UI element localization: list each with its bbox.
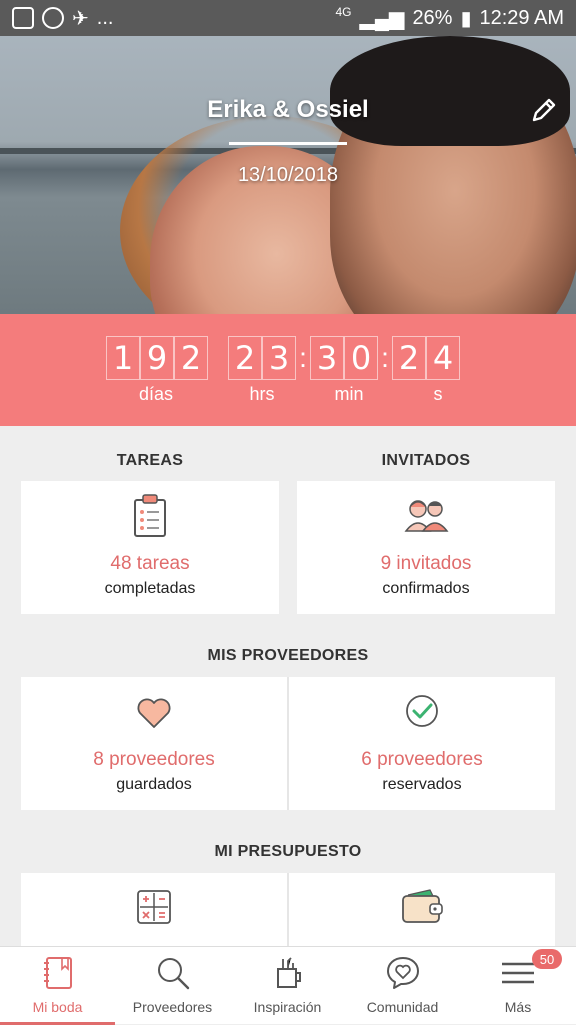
wallet-icon [402, 889, 443, 923]
airplane-icon: ✈ [72, 7, 89, 30]
pencil-edit-icon[interactable] [530, 96, 558, 124]
days-digit: 1 [106, 336, 140, 380]
seconds-unit-label: s [433, 384, 443, 404]
status-bar: ✈ ... 4G ▂▄▆ 26% ▮ 12:29 AM [0, 0, 576, 36]
invitados-sub: confirmados [382, 580, 470, 597]
nav-label: Inspiración [253, 999, 322, 1015]
nav-comunidad[interactable]: Comunidad [345, 947, 460, 1025]
bottom-navigation: Mi boda Proveedores Inspiración Comunida… [0, 946, 576, 1025]
nav-label: Mi boda [32, 999, 83, 1015]
days-digit: 2 [174, 336, 208, 380]
tareas-sub: completadas [104, 580, 196, 597]
hours-digit: 3 [262, 336, 296, 380]
community-heart-icon [386, 957, 419, 989]
notebook-icon [43, 957, 72, 989]
proveedores-title: MIS PROVEEDORES [207, 647, 369, 664]
minutes-digit: 0 [344, 336, 378, 380]
tareas-card[interactable]: 48 tareas completadas [21, 481, 279, 614]
countdown-digits: 1 9 2 2 3 : 3 0 : 2 4 [106, 336, 460, 380]
nav-proveedores[interactable]: Proveedores [115, 947, 230, 1025]
colon-separator: : [381, 342, 389, 373]
nav-label: Comunidad [366, 999, 439, 1015]
minutes-group: 3 0 [310, 336, 378, 380]
clipboard-checklist-icon [134, 494, 166, 537]
seconds-digit: 4 [426, 336, 460, 380]
menu-icon [502, 962, 534, 984]
seconds-group: 2 4 [392, 336, 460, 380]
more-notifications: ... [96, 6, 114, 29]
invitados-card[interactable]: 9 invitados confirmados [297, 481, 555, 614]
wedding-countdown: 1 9 2 2 3 : 3 0 : 2 4 días hrs min s [0, 314, 576, 426]
tareas-count: 48 tareas [110, 553, 190, 574]
booked-vendors-sub: reservados [382, 776, 462, 793]
hours-digit: 2 [228, 336, 262, 380]
budget-calculator-card[interactable] [21, 873, 287, 946]
booked-vendors-count: 6 proveedores [361, 749, 483, 770]
hours-unit-label: hrs [249, 384, 275, 404]
heart-icon [137, 698, 171, 728]
colon-separator: : [299, 342, 307, 373]
photo-hair-man [330, 36, 570, 146]
saved-vendors-count: 8 proveedores [93, 749, 215, 770]
saved-vendors-sub: guardados [116, 776, 192, 793]
battery-percent: 26% [412, 6, 453, 29]
invitados-title: INVITADOS [381, 452, 471, 469]
days-group: 1 9 2 [106, 336, 208, 380]
inspiration-icon [276, 957, 301, 988]
budget-wallet-card[interactable] [289, 873, 555, 946]
nav-label: Más [504, 999, 532, 1015]
hours-group: 2 3 [228, 336, 296, 380]
guests-couple-icon [404, 500, 449, 532]
clock: 12:29 AM [479, 6, 564, 29]
nav-inspiracion[interactable]: Inspiración [230, 947, 345, 1025]
seconds-digit: 2 [392, 336, 426, 380]
calculator-icon [137, 890, 171, 924]
search-icon [157, 958, 189, 990]
check-circle-icon [406, 695, 438, 727]
network-type: 4G [335, 5, 352, 19]
days-unit-label: días [138, 384, 174, 404]
title-underline [229, 142, 347, 145]
nav-label: Proveedores [132, 999, 213, 1015]
minutes-unit-label: min [334, 384, 364, 404]
wedding-date: 13/10/2018 [237, 164, 339, 186]
couple-names: Erika & Ossiel [207, 96, 369, 123]
days-digit: 9 [140, 336, 174, 380]
gallery-notification-icon [12, 7, 34, 29]
nav-mi-boda[interactable]: Mi boda [0, 947, 115, 1025]
battery-icon: ▮ [460, 7, 472, 30]
booked-vendors-card[interactable]: 6 proveedores reservados [289, 677, 555, 810]
notification-badge: 50 [532, 949, 562, 969]
saved-vendors-card[interactable]: 8 proveedores guardados [21, 677, 287, 810]
presupuesto-title: MI PRESUPUESTO [214, 843, 362, 860]
minutes-digit: 3 [310, 336, 344, 380]
invitados-count: 9 invitados [380, 553, 472, 574]
couple-photo-header: Erika & Ossiel 13/10/2018 [0, 36, 576, 314]
signal-icon: ▂▄▆ [359, 7, 405, 30]
whatsapp-notification-icon [42, 7, 64, 29]
